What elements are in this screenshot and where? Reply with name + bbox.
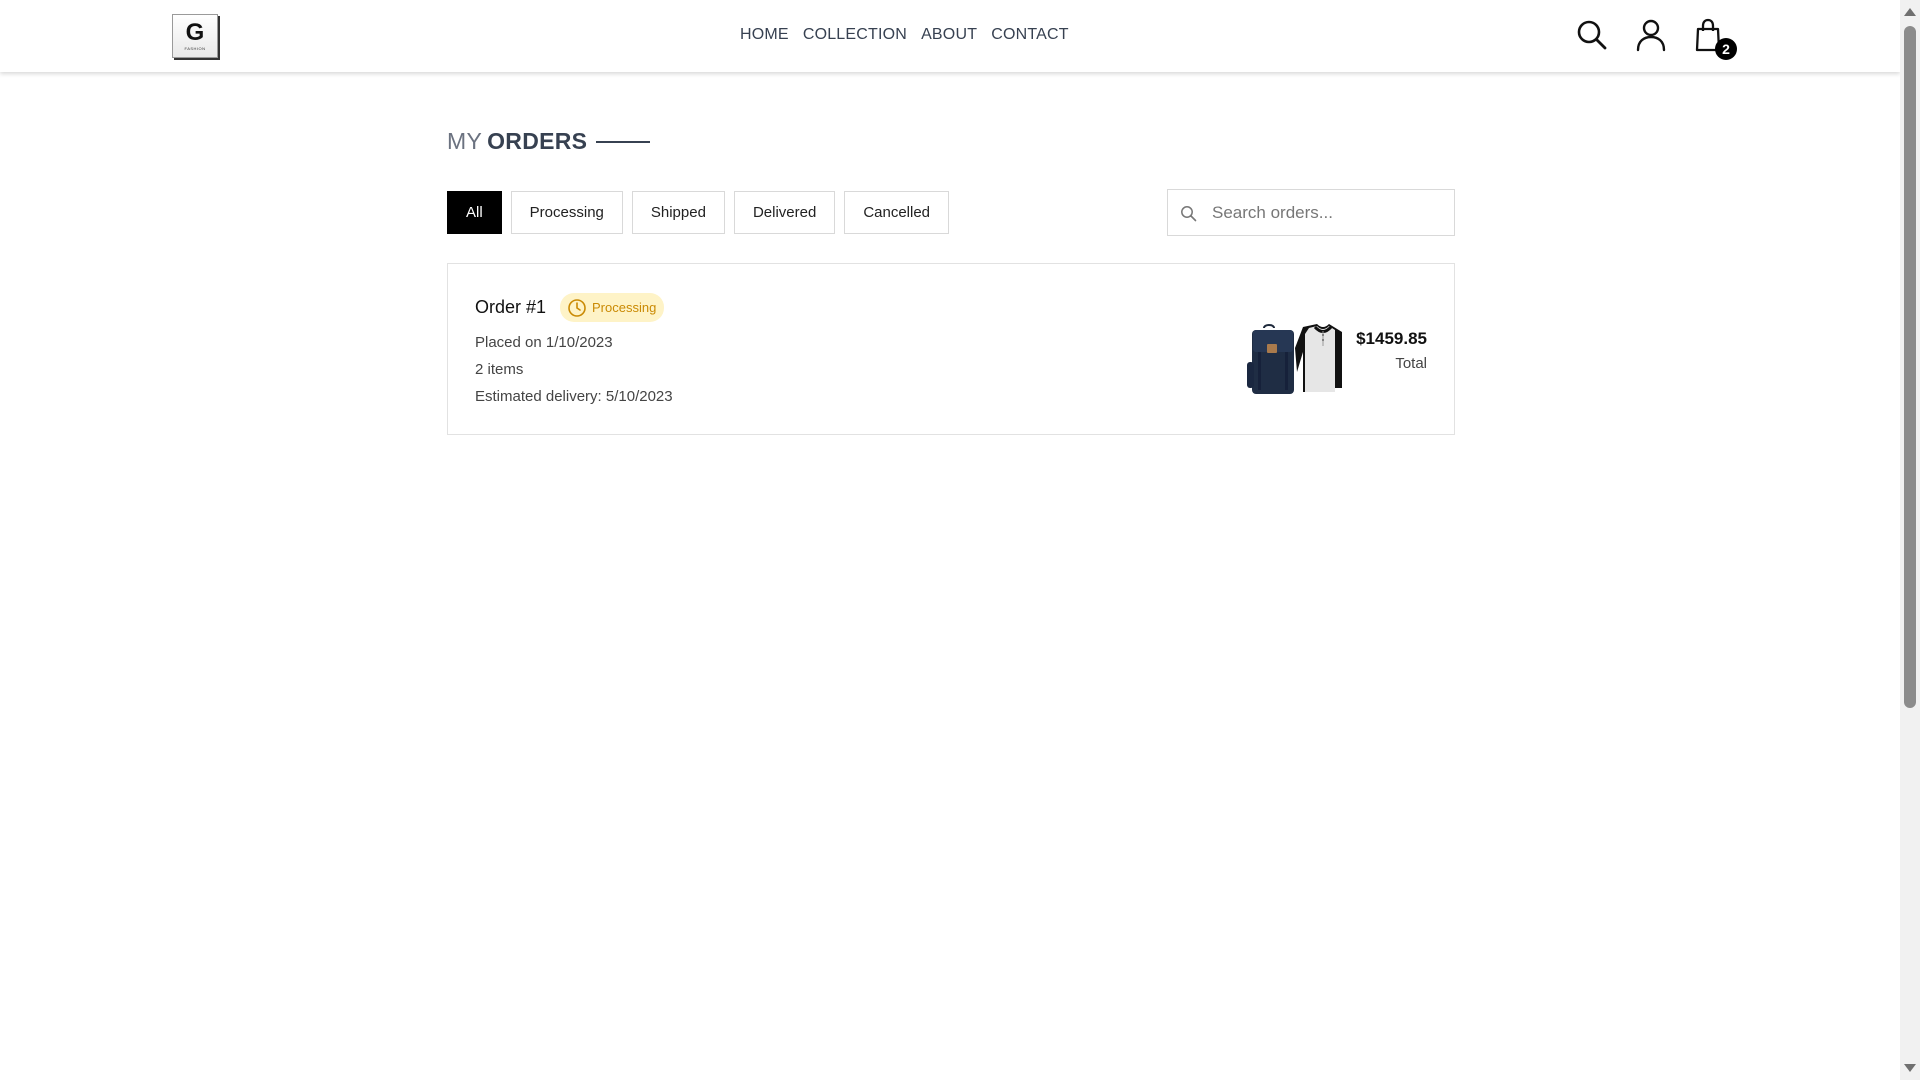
nav-collection[interactable]: COLLECTION [803,26,907,44]
order-total-price: $1459.85 [1356,329,1427,348]
logo-subtext: FASHION [184,46,206,51]
scroll-down-arrow-icon[interactable] [1904,1064,1916,1072]
orders-page: G FASHION HOME COLLECTION ABOUT CONTACT … [0,0,1900,1080]
shopping-bag-icon[interactable]: 2 [1692,17,1737,60]
search-icon[interactable] [1574,17,1610,53]
order-total-label: Total [1395,355,1427,372]
order-estimated-delivery: Estimated delivery: 5/10/2023 [475,388,673,405]
status-badge-label: Processing [592,300,657,315]
filter-processing-button[interactable]: Processing [510,191,623,234]
filter-delivered-button[interactable]: Delivered [733,191,836,234]
title-divider [596,140,651,143]
status-filters: All Processing Shipped Delivered Cancell… [447,191,950,234]
page-title-prefix: MY [447,128,483,154]
order-placed-date: Placed on 1/10/2023 [475,334,613,351]
vertical-scrollbar[interactable] [1900,0,1920,1080]
filter-cancelled-button[interactable]: Cancelled [844,191,950,234]
order-search [1167,189,1455,236]
brand-logo[interactable]: G FASHION [172,14,218,58]
nav-about[interactable]: ABOUT [921,26,977,44]
filter-shipped-button[interactable]: Shipped [631,191,725,234]
page-title: MY ORDERS [447,128,651,155]
status-badge: Processing [560,293,665,322]
logo-letter: G [185,19,205,46]
page-title-main: ORDERS [487,128,588,154]
nav-contact[interactable]: CONTACT [991,26,1069,44]
browser-viewport: G FASHION HOME COLLECTION ABOUT CONTACT … [0,0,1920,1080]
clock-icon [568,298,586,317]
scroll-up-arrow-icon[interactable] [1904,8,1916,16]
backpack-thumbnail [1247,324,1294,394]
raglan-shirt-thumbnail [1295,324,1342,392]
nav-home[interactable]: HOME [740,26,789,44]
order-title: Order #1 [475,297,547,317]
site-header: G FASHION HOME COLLECTION ABOUT CONTACT … [0,0,1900,72]
user-icon[interactable] [1633,17,1669,53]
filter-all-button[interactable]: All [447,191,502,234]
order-thumbnails [1247,324,1342,394]
scrollbar-thumb[interactable] [1904,26,1916,708]
order-item-count: 2 items [475,361,524,378]
order-card[interactable]: Order #1 Processing Placed on 1/10/2023 … [447,263,1455,435]
main-nav: HOME COLLECTION ABOUT CONTACT [740,26,1069,44]
cart-count-badge: 2 [1715,38,1737,60]
search-orders-input[interactable] [1212,190,1442,235]
search-icon [1181,206,1197,222]
